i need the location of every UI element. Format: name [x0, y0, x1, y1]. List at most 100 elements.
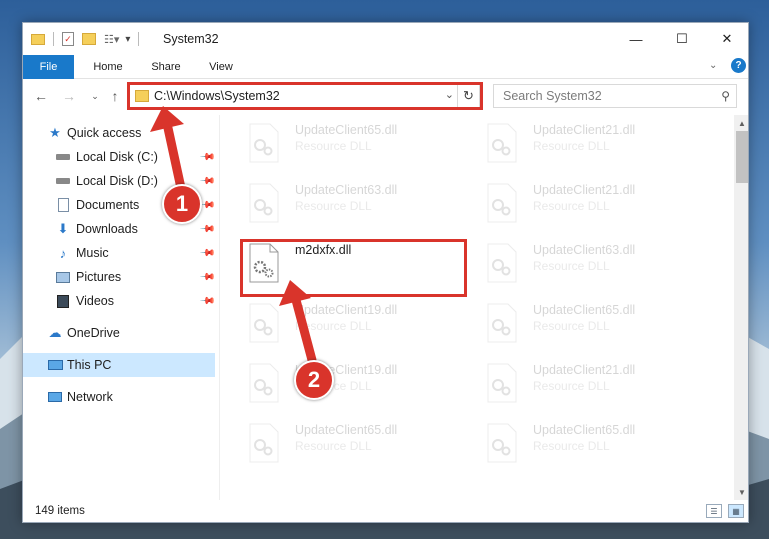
file-name: UpdateClient65.dll: [295, 123, 398, 137]
list-item[interactable]: UpdateClient19.dll Resource DLL: [245, 361, 475, 411]
tab-file[interactable]: File: [23, 55, 74, 79]
forward-arrow-icon[interactable]: →: [59, 86, 79, 106]
pin-icon[interactable]: 📌: [199, 269, 216, 286]
sidebar-item-quick-access[interactable]: ★ Quick access: [23, 121, 215, 145]
new-folder-icon[interactable]: [82, 33, 96, 45]
pictures-icon: [55, 269, 71, 285]
expand-ribbon-icon[interactable]: ⌄: [709, 60, 717, 71]
search-placeholder: Search System32: [503, 89, 602, 103]
list-item[interactable]: UpdateClient21.dll Resource DLL: [483, 181, 713, 231]
sidebar-item-label: Videos: [76, 294, 114, 308]
sidebar-item-local-disk-c[interactable]: Local Disk (C:) 📌: [23, 145, 216, 169]
music-icon: ♪: [59, 245, 67, 261]
file-name: UpdateClient63.dll: [295, 183, 398, 197]
list-item[interactable]: UpdateClient21.dll Resource DLL: [483, 361, 713, 411]
dll-file-icon: [249, 303, 279, 343]
folder-icon[interactable]: [31, 33, 45, 45]
star-icon: ★: [49, 125, 61, 140]
sidebar-item-this-pc[interactable]: This PC: [23, 353, 215, 377]
view-options-icon[interactable]: ☷▾: [104, 33, 119, 46]
sidebar-item-label: Local Disk (D:): [76, 174, 158, 188]
ribbon: File Home Share View ⌄ ?: [23, 55, 748, 79]
list-item[interactable]: UpdateClient65.dll Resource DLL: [483, 421, 713, 471]
navigation-pane: ★ Quick access Local Disk (C:) 📌 Local D…: [23, 115, 219, 500]
dll-file-icon: [487, 123, 517, 163]
dll-file-icon: [487, 363, 517, 403]
list-item[interactable]: UpdateClient65.dll Resource DLL: [245, 121, 475, 171]
quick-access-toolbar: ✓ ☷▾ ▾: [31, 23, 140, 55]
list-item[interactable]: UpdateClient21.dll Resource DLL: [483, 121, 713, 171]
sidebar-item-pictures[interactable]: Pictures 📌: [23, 265, 216, 289]
file-name: UpdateClient65.dll: [295, 423, 398, 437]
tab-home[interactable]: Home: [83, 55, 133, 79]
sidebar-item-music[interactable]: ♪ Music 📌: [23, 241, 216, 265]
file-name: UpdateClient65.dll: [533, 303, 636, 317]
scroll-down-icon[interactable]: ▼: [734, 484, 748, 500]
file-name: UpdateClient63.dll: [533, 243, 636, 257]
separator: [53, 32, 54, 46]
pin-icon[interactable]: 📌: [199, 221, 216, 238]
pin-icon[interactable]: 📌: [199, 293, 216, 310]
close-button[interactable]: ✕: [704, 23, 748, 55]
file-type: Resource DLL: [533, 319, 610, 333]
pin-icon[interactable]: 📌: [199, 173, 216, 190]
dll-file-icon: [249, 183, 279, 223]
maximize-button[interactable]: ☐: [659, 23, 705, 55]
file-type: Resource DLL: [533, 139, 610, 153]
list-item[interactable]: UpdateClient63.dll Resource DLL: [483, 241, 713, 291]
sidebar-item-network[interactable]: Network: [23, 385, 215, 409]
tab-share[interactable]: Share: [141, 55, 191, 79]
pin-icon[interactable]: 📌: [199, 149, 216, 166]
search-box[interactable]: Search System32 ⚲: [493, 84, 737, 108]
tab-view[interactable]: View: [197, 55, 245, 79]
list-item[interactable]: UpdateClient65.dll Resource DLL: [245, 421, 475, 471]
back-arrow-icon[interactable]: ←: [31, 86, 51, 106]
separator: [138, 32, 140, 46]
drive-icon: [55, 173, 71, 189]
file-type: Resource DLL: [295, 139, 372, 153]
recent-locations-icon[interactable]: ⌄: [85, 86, 105, 106]
dll-file-icon: [487, 303, 517, 343]
file-type: Resource DLL: [295, 319, 372, 333]
file-name: UpdateClient19.dll: [295, 303, 398, 317]
up-arrow-icon[interactable]: ↑: [105, 86, 125, 106]
scroll-up-icon[interactable]: ▲: [734, 115, 748, 131]
list-item[interactable]: UpdateClient63.dll Resource DLL: [245, 181, 475, 231]
file-explorer-window: ✓ ☷▾ ▾ System32 — ☐ ✕ File Home Share Vi…: [22, 22, 749, 523]
sidebar-item-videos[interactable]: Videos 📌: [23, 289, 216, 313]
properties-icon[interactable]: ✓: [62, 32, 74, 46]
file-name: UpdateClient65.dll: [533, 423, 636, 437]
minimize-button[interactable]: —: [613, 23, 659, 55]
file-type: Resource DLL: [295, 439, 372, 453]
file-type: Resource DLL: [295, 199, 372, 213]
large-icons-view-icon[interactable]: ▦: [728, 504, 744, 518]
vertical-scrollbar[interactable]: ▲ ▼: [734, 115, 748, 500]
sidebar-item-label: Local Disk (C:): [76, 150, 158, 164]
list-item[interactable]: UpdateClient19.dll Resource DLL: [245, 301, 475, 351]
title-bar: ✓ ☷▾ ▾ System32 — ☐ ✕: [23, 23, 748, 55]
sidebar-item-label: Music: [76, 246, 109, 260]
file-name: UpdateClient21.dll: [533, 183, 636, 197]
step-1-badge: 1: [162, 184, 202, 224]
dll-file-icon: [487, 423, 517, 463]
navigation-bar: ← → ⌄ ↑ C:\Windows\System32 ⌄ ↻ Search S…: [23, 79, 748, 113]
file-name: UpdateClient21.dll: [533, 123, 636, 137]
help-icon[interactable]: ?: [731, 58, 746, 73]
sidebar-item-label: Network: [67, 390, 113, 404]
dll-file-icon: [249, 423, 279, 463]
sidebar-item-label: Documents: [76, 198, 140, 212]
list-item[interactable]: UpdateClient65.dll Resource DLL: [483, 301, 713, 351]
scrollbar-thumb[interactable]: [736, 131, 748, 183]
sidebar-item-label: Downloads: [76, 222, 138, 236]
search-icon[interactable]: ⚲: [721, 89, 730, 103]
sidebar-item-label: Pictures: [76, 270, 122, 284]
drive-icon: [55, 149, 71, 165]
details-view-icon[interactable]: ☰: [706, 504, 722, 518]
downloads-icon: ⬇: [57, 221, 69, 236]
file-type: Resource DLL: [533, 259, 610, 273]
pin-icon[interactable]: 📌: [199, 245, 216, 262]
customize-toolbar-icon[interactable]: ▾: [125, 34, 130, 45]
sidebar-item-onedrive[interactable]: ☁ OneDrive: [23, 321, 215, 345]
sidebar-item-label: OneDrive: [67, 326, 120, 340]
sidebar-item-label: This PC: [67, 358, 112, 372]
